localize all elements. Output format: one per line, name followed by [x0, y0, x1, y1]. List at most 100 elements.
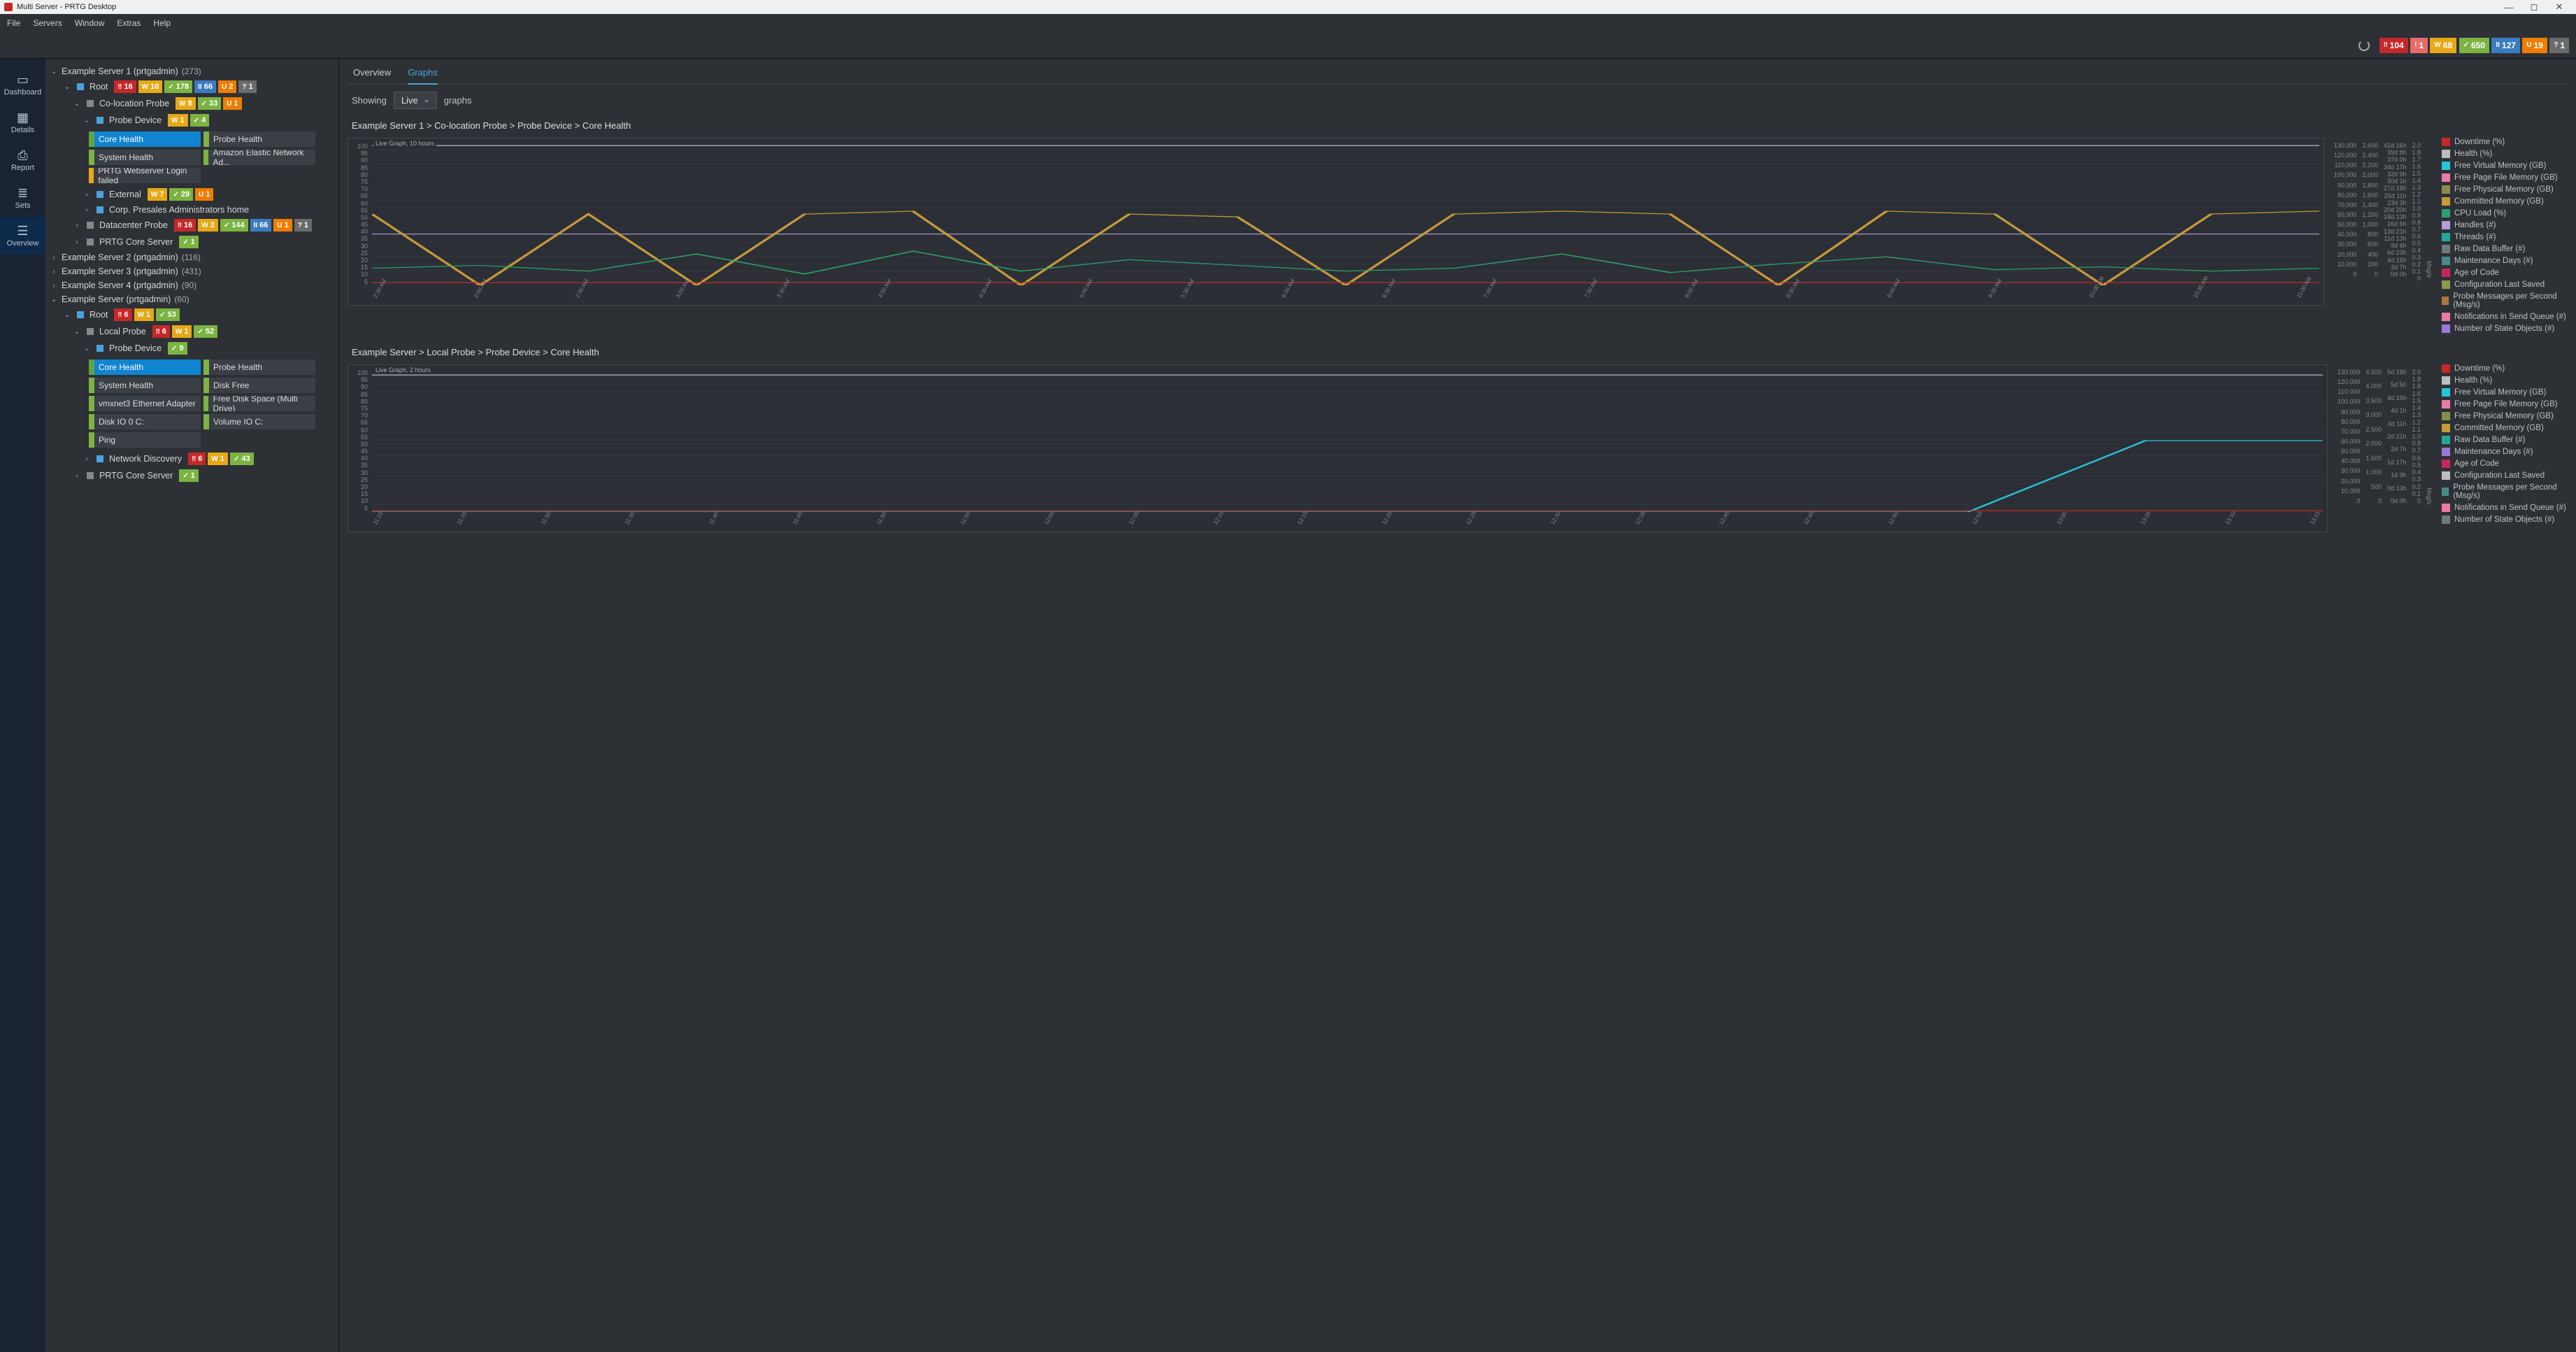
- tree-badge[interactable]: W2: [198, 219, 218, 232]
- legend-item: CPU Load (%): [2442, 209, 2568, 218]
- tab-graphs[interactable]: Graphs: [408, 67, 438, 85]
- sensor-core-health[interactable]: Core Health: [89, 131, 201, 147]
- tree-badge[interactable]: ✓53: [156, 308, 180, 321]
- tree-badge[interactable]: ✓9: [168, 342, 187, 355]
- tree-badge[interactable]: W7: [148, 188, 168, 201]
- tree-local-probe[interactable]: ⌄Local Probe‼6W1✓52: [50, 323, 334, 340]
- tree-server-1[interactable]: ⌄Example Server 1 (prtgadmin) (273): [50, 64, 334, 78]
- nav-report[interactable]: ⎙Report: [0, 141, 45, 179]
- status-badge-blue[interactable]: II127: [2491, 38, 2520, 53]
- tree-network-discovery[interactable]: ›Network Discovery‼6W1✓43: [50, 450, 334, 467]
- menu-extras[interactable]: Extras: [117, 18, 141, 28]
- tree-root-2[interactable]: ⌄Root‼6W1✓53: [50, 306, 334, 323]
- legend-item: Free Virtual Memory (GB): [2442, 388, 2568, 397]
- tree-badge[interactable]: ‼16: [174, 219, 196, 232]
- status-badge-red[interactable]: ‼104: [2380, 38, 2408, 53]
- tree-badge[interactable]: U1: [223, 97, 241, 110]
- sensor-probe-health[interactable]: Probe Health: [203, 131, 315, 147]
- status-badge-orange[interactable]: U19: [2522, 38, 2547, 53]
- tree-badge[interactable]: ?1: [238, 80, 256, 93]
- report-icon: ⎙: [15, 148, 31, 161]
- chart-1-svg: [372, 143, 2319, 285]
- sensor-system-health[interactable]: System Health: [89, 378, 201, 393]
- tree-badge[interactable]: W1: [134, 308, 155, 321]
- menu-file[interactable]: File: [7, 18, 20, 28]
- tab-overview[interactable]: Overview: [353, 67, 391, 84]
- minimize-button[interactable]: —: [2496, 2, 2521, 13]
- content-tabs: Overview Graphs: [348, 59, 2568, 85]
- tree-badge[interactable]: ✓52: [194, 325, 217, 338]
- dashboard-icon: ▭: [15, 73, 31, 85]
- axis-column: 4.5004.0003.5003.0002.5002.0001.5001.000…: [2366, 364, 2382, 504]
- menu-servers[interactable]: Servers: [33, 18, 62, 28]
- tree-probe-device-2[interactable]: ⌄Probe Device✓9: [50, 340, 334, 357]
- maximize-button[interactable]: ◻: [2521, 1, 2547, 13]
- tree-colo-probe[interactable]: ⌄Co-location ProbeW8✓33U1: [50, 95, 334, 112]
- tree-server-3[interactable]: ›Example Server 3 (prtgadmin) (431): [50, 264, 334, 278]
- close-button[interactable]: ✕: [2547, 1, 2572, 13]
- tree-badge[interactable]: ✓33: [198, 97, 222, 110]
- menu-window[interactable]: Window: [75, 18, 105, 28]
- breadcrumb-2: Example Server > Local Probe > Probe Dev…: [352, 347, 2563, 357]
- sensor-probe-health[interactable]: Probe Health: [203, 360, 315, 375]
- sensor-volume-io-c-[interactable]: Volume IO C:: [203, 414, 315, 429]
- sensor-free-disk-space-multi-drive-[interactable]: Free Disk Space (Multi Drive): [203, 396, 315, 411]
- device-tree[interactable]: ⌄Example Server 1 (prtgadmin) (273) ⌄Roo…: [45, 59, 339, 1352]
- sensor-core-health[interactable]: Core Health: [89, 360, 201, 375]
- legend-item: Maintenance Days (#): [2442, 257, 2568, 265]
- tree-core-server-2[interactable]: ›PRTG Core Server✓1: [50, 467, 334, 484]
- showing-label: Showing: [352, 95, 387, 106]
- sensor-disk-io-0-c-[interactable]: Disk IO 0 C:: [89, 414, 201, 429]
- legend-item: Health (%): [2442, 150, 2568, 158]
- tree-badge[interactable]: W1: [172, 325, 192, 338]
- graph-range-select[interactable]: Live: [394, 92, 437, 109]
- nav-details[interactable]: ▦Details: [0, 104, 45, 141]
- tree-badge[interactable]: W10: [138, 80, 163, 93]
- tree-badge[interactable]: ✓43: [230, 453, 254, 465]
- tree-badge[interactable]: W1: [168, 114, 188, 127]
- tree-badge[interactable]: U1: [273, 219, 292, 232]
- tree-badge[interactable]: ?1: [294, 219, 312, 232]
- nav-dashboard[interactable]: ▭Dashboard: [0, 66, 45, 104]
- sensor-vmxnet3-ethernet-adapter[interactable]: vmxnet3 Ethernet Adapter: [89, 396, 201, 411]
- tree-badge[interactable]: ‼6: [114, 308, 131, 321]
- tree-badge[interactable]: W1: [208, 453, 228, 465]
- tree-server-5[interactable]: ⌄Example Server (prtgadmin) (60): [50, 292, 334, 306]
- tree-probe-device-1[interactable]: ⌄Probe DeviceW1✓4: [50, 112, 334, 129]
- tree-badge[interactable]: II66: [194, 80, 216, 93]
- refresh-icon[interactable]: [2359, 40, 2370, 51]
- tree-badge[interactable]: ✓178: [164, 80, 192, 93]
- nav-sets[interactable]: ≣Sets: [0, 179, 45, 217]
- status-badge-yellow[interactable]: W68: [2430, 38, 2456, 53]
- tree-server-2[interactable]: ›Example Server 2 (prtgadmin) (116): [50, 250, 334, 264]
- tree-badge[interactable]: II66: [250, 219, 272, 232]
- breadcrumb: Example Server 1 > Co-location Probe > P…: [352, 120, 2563, 131]
- tree-badge[interactable]: ‼6: [152, 325, 170, 338]
- tree-root-1[interactable]: ⌄Root‼16W10✓178II66U2?1: [50, 78, 334, 95]
- tree-corp[interactable]: ›Corp. Presales Administrators home: [50, 203, 334, 217]
- status-badge-green[interactable]: ✓650: [2459, 38, 2489, 53]
- sensor-amazon-elastic-network-ad-[interactable]: Amazon Elastic Network Ad...: [203, 150, 315, 165]
- menu-help[interactable]: Help: [153, 18, 171, 28]
- tree-badge[interactable]: ✓29: [169, 188, 193, 201]
- tree-core-server-1[interactable]: ›PRTG Core Server✓1: [50, 234, 334, 250]
- status-badge-pink[interactable]: !1: [2410, 38, 2428, 53]
- tree-dc-probe[interactable]: ›Datacenter Probe‼16W2✓144II66U1?1: [50, 217, 334, 234]
- sensor-ping[interactable]: Ping: [89, 432, 201, 448]
- tree-badge[interactable]: ✓1: [179, 469, 199, 482]
- tree-badge[interactable]: U1: [195, 188, 213, 201]
- tree-badge[interactable]: ‼16: [114, 80, 136, 93]
- tree-external[interactable]: ›ExternalW7✓29U1: [50, 186, 334, 203]
- sensor-disk-free[interactable]: Disk Free: [203, 378, 315, 393]
- tree-badge[interactable]: W8: [176, 97, 196, 110]
- sensor-system-health[interactable]: System Health: [89, 150, 201, 165]
- tree-badge[interactable]: U2: [218, 80, 236, 93]
- tree-server-4[interactable]: ›Example Server 4 (prtgadmin) (90): [50, 278, 334, 292]
- nav-overview[interactable]: ☰Overview: [0, 217, 45, 255]
- tree-badge[interactable]: ✓144: [220, 219, 248, 232]
- sensor-prtg-webserver-login-failed[interactable]: PRTG Webserver Login failed: [89, 168, 201, 183]
- tree-badge[interactable]: ✓4: [190, 114, 210, 127]
- tree-badge[interactable]: ✓1: [179, 236, 199, 248]
- tree-badge[interactable]: ‼6: [188, 453, 206, 465]
- status-badge-gray[interactable]: ?1: [2549, 38, 2569, 53]
